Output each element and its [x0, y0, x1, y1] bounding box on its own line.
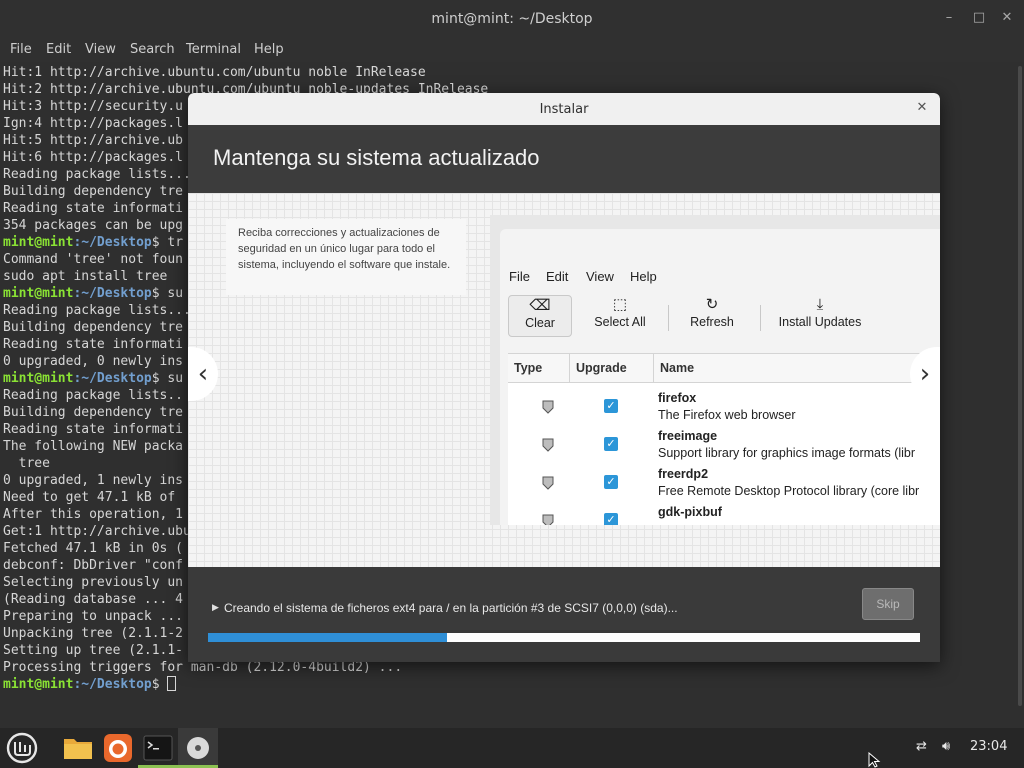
- minimize-icon[interactable]: –: [940, 9, 958, 27]
- close-icon[interactable]: ✕: [914, 100, 930, 116]
- installer-dialog: Instalar ✕ Mantenga su sistema actualiza…: [188, 93, 940, 662]
- select-all-label: Select All: [594, 315, 646, 329]
- um-menu-file: File: [509, 269, 530, 284]
- install-status-text: Creando el sistema de ficheros ext4 para…: [224, 601, 678, 615]
- maximize-icon[interactable]: □: [970, 9, 988, 27]
- column-header-type: Type: [508, 354, 570, 382]
- firefox-icon[interactable]: [98, 728, 138, 768]
- terminal-output-line: Hit:1 http://archive.ubuntu.com/ubuntu n…: [3, 65, 426, 80]
- terminal-title: mint@mint: ~/Desktop: [431, 11, 593, 27]
- package-name: gdk-pixbuf: [658, 505, 722, 519]
- menu-edit[interactable]: Edit: [46, 42, 71, 57]
- update-manager-screenshot: File Edit View Help ⌫ Clear ⬚ Select All: [490, 215, 940, 525]
- terminal-icon[interactable]: [138, 728, 178, 768]
- column-header-name: Name: [654, 354, 940, 382]
- um-menu-view: View: [586, 269, 614, 284]
- expand-details-icon[interactable]: ▶: [212, 603, 219, 613]
- um-menu-edit: Edit: [546, 269, 569, 284]
- installer-title: Instalar: [539, 102, 589, 117]
- mint-menu-icon[interactable]: [2, 728, 42, 768]
- toolbar-separator: [668, 305, 669, 331]
- install-updates-label: Install Updates: [778, 315, 862, 329]
- installer-titlebar[interactable]: Instalar ✕: [188, 93, 940, 125]
- network-icon[interactable]: ⇄: [916, 739, 927, 754]
- package-name: freerdp2: [658, 467, 709, 481]
- shield-icon: [542, 476, 554, 490]
- install-updates-button: ⤓ Install Updates: [768, 295, 872, 337]
- terminal-cursor: [167, 676, 177, 691]
- upgrade-checkbox: ✓: [604, 399, 618, 413]
- package-name: freeimage: [658, 429, 718, 443]
- update-manager-window: File Edit View Help ⌫ Clear ⬚ Select All: [500, 229, 940, 525]
- skip-button[interactable]: Skip: [862, 588, 914, 620]
- header-divider: [508, 382, 940, 383]
- menu-search[interactable]: Search: [130, 42, 175, 57]
- install-progress-fill: [208, 633, 447, 642]
- close-icon[interactable]: ✕: [998, 9, 1016, 27]
- table-row: ✓ firefox The Firefox web browser: [508, 387, 940, 425]
- terminal-menubar: File Edit View Search Terminal Help: [0, 38, 1024, 62]
- table-row: ✓ freeimage Support library for graphics…: [508, 425, 940, 463]
- slideshow: Reciba correcciones y actualizaciones de…: [188, 193, 940, 567]
- installer-header: Mantenga su sistema actualizado: [188, 125, 940, 193]
- slide-previous-button[interactable]: ‹: [188, 347, 218, 401]
- files-icon[interactable]: [58, 728, 98, 768]
- backspace-icon: ⌫: [529, 297, 551, 314]
- download-icon: ⤓: [816, 296, 824, 313]
- upgrade-checkbox: ✓: [604, 475, 618, 489]
- select-all-button: ⬚ Select All: [588, 295, 652, 337]
- menu-help[interactable]: Help: [254, 42, 284, 57]
- clear-label: Clear: [525, 316, 555, 330]
- installer-disc-icon[interactable]: [178, 728, 218, 768]
- clear-button: ⌫ Clear: [508, 295, 572, 337]
- package-description: The Firefox web browser: [658, 408, 796, 422]
- menu-view[interactable]: View: [85, 42, 116, 57]
- slide-description: Reciba correcciones y actualizaciones de…: [226, 219, 466, 295]
- menu-file[interactable]: File: [10, 42, 32, 57]
- shield-icon: [542, 400, 554, 414]
- terminal-prompt-line: mint@mint:~/Desktop$: [3, 676, 668, 693]
- table-row: ✓ gdk-pixbuf: [508, 501, 940, 525]
- install-progress-bar: [208, 633, 920, 642]
- upgrade-checkbox: ✓: [604, 437, 618, 451]
- volume-icon[interactable]: 🔊︎: [942, 739, 950, 754]
- terminal-titlebar[interactable]: mint@mint: ~/Desktop – □ ✕: [0, 0, 1024, 38]
- upgrade-checkbox: ✓: [604, 513, 618, 525]
- shield-icon: [542, 438, 554, 452]
- updates-table: Type Upgrade Name ✓ firefox The Firefox …: [508, 353, 940, 525]
- terminal-scrollbar[interactable]: [1018, 66, 1022, 706]
- package-description: Free Remote Desktop Protocol library (co…: [658, 484, 920, 498]
- installer-footer: ▶ Creando el sistema de ficheros ext4 pa…: [188, 567, 940, 662]
- column-header-upgrade: Upgrade: [570, 354, 654, 382]
- mouse-pointer-icon: [868, 752, 881, 768]
- um-toolbar: ⌫ Clear ⬚ Select All ↻ Refresh ⤓ Install…: [500, 291, 940, 341]
- refresh-button: ↻ Refresh: [680, 295, 744, 337]
- refresh-icon: ↻: [705, 296, 719, 313]
- refresh-label: Refresh: [690, 315, 734, 329]
- page-title: Mantenga su sistema actualizado: [213, 145, 540, 170]
- shield-icon: [542, 514, 554, 525]
- um-menu-help: Help: [630, 269, 657, 284]
- clock[interactable]: 23:04: [970, 739, 1007, 754]
- menu-terminal[interactable]: Terminal: [186, 42, 241, 57]
- toolbar-separator: [760, 305, 761, 331]
- table-row: ✓ freerdp2 Free Remote Desktop Protocol …: [508, 463, 940, 501]
- select-all-icon: ⬚: [612, 296, 628, 313]
- package-name: firefox: [658, 391, 697, 405]
- package-description: Support library for graphics image forma…: [658, 446, 916, 460]
